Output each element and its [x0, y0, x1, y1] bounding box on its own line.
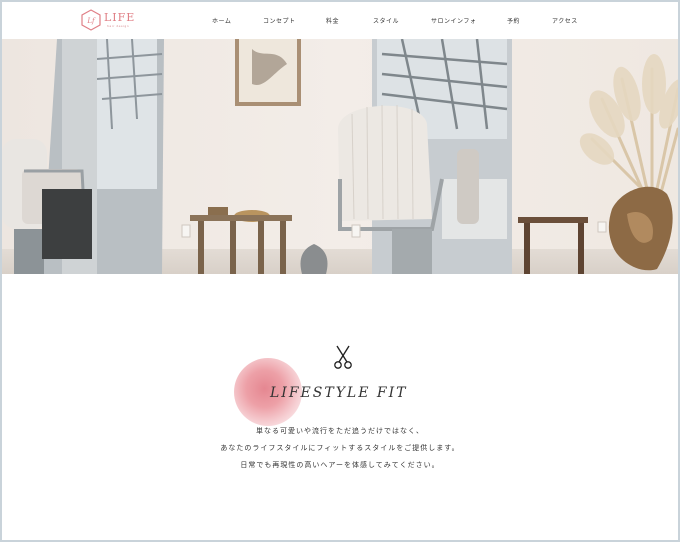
nav-salon-info[interactable]: サロンインフォ	[431, 16, 476, 28]
intro-section: LIFESTYLE FIT 単なる可愛いや流行をただ追うだけではなく、 あなたの…	[2, 274, 678, 540]
logo-text: LIFE	[104, 11, 136, 24]
intro-line-2: あなたのライフスタイルにフィットするスタイルをご提供します。	[220, 444, 460, 452]
scissors-icon	[334, 345, 352, 369]
nav-concept[interactable]: コンセプト	[263, 16, 296, 28]
intro-line-1: 単なる可愛いや流行をただ追うだけではなく、	[256, 427, 424, 435]
nav-style[interactable]: スタイル	[373, 16, 399, 28]
logo-subtext: hair design	[107, 24, 130, 28]
hero-image	[2, 39, 678, 274]
site-header: Lf LIFE hair design ホーム コンセプト 料金 スタイル サロ…	[2, 2, 678, 39]
logo[interactable]: Lf LIFE hair design	[80, 9, 140, 33]
intro-line-3: 日常でも再現性の高いヘアーを体感してみてください。	[240, 461, 440, 469]
section-tagline: LIFESTYLE FIT	[270, 385, 408, 401]
logo-hexagon-icon: Lf	[81, 9, 101, 31]
nav-access[interactable]: アクセス	[552, 16, 578, 28]
salon-interior-photo	[2, 39, 678, 274]
svg-text:Lf: Lf	[86, 17, 96, 25]
page: Lf LIFE hair design ホーム コンセプト 料金 スタイル サロ…	[2, 2, 678, 540]
nav-home[interactable]: ホーム	[212, 16, 231, 28]
nav-price[interactable]: 料金	[326, 16, 339, 28]
nav-reservation[interactable]: 予約	[507, 16, 520, 28]
